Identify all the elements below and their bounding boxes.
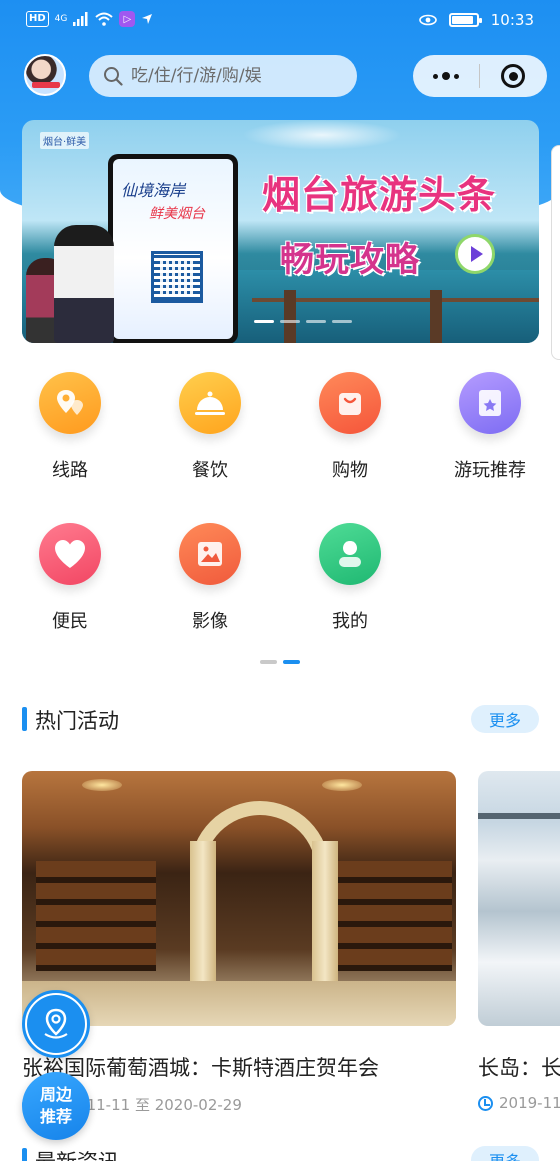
hot-activities-header: 热门活动 更多 [22, 705, 539, 735]
play-icon[interactable] [455, 234, 495, 274]
activity-title: 长岛：长 [478, 1056, 560, 1080]
status-bar: HD 4G ▷ 10:33 [0, 0, 560, 40]
banner-dot[interactable] [332, 320, 352, 323]
activity-image [22, 771, 456, 1026]
location-button[interactable] [22, 990, 90, 1058]
banner-post [430, 290, 442, 343]
next-banner-peek [551, 145, 560, 360]
menu-label: 餐饮 [192, 460, 228, 481]
location-pin-icon [27, 995, 85, 1053]
activity-date: 2019-11 [499, 1094, 560, 1112]
activity-title: 张裕国际葡萄酒城：卡斯特酒庄贺年会 [22, 1056, 379, 1080]
lamp [322, 779, 362, 791]
activity-date-row: 2019-11 [478, 1094, 560, 1112]
app-root: HD 4G ▷ 10:33 吃/住/行/游/购/娱 烟台·鲜美 仙境海岸 鲜美烟… [0, 0, 560, 1161]
banner-cloud [242, 120, 402, 150]
banner-dot[interactable] [280, 320, 300, 323]
banner-subline: 畅玩攻略 [280, 240, 420, 280]
more-button[interactable] [413, 55, 479, 97]
banner-indicators [254, 320, 352, 323]
menu-label: 线路 [52, 460, 88, 481]
section-title: 热门活动 [35, 709, 119, 733]
banner-dot[interactable] [306, 320, 326, 323]
lamp [82, 779, 122, 791]
menu-item-gallery[interactable]: 影像 [140, 523, 280, 633]
section-accent-bar [22, 1148, 27, 1161]
menu-item-convenience[interactable]: 便民 [0, 523, 140, 633]
app-notification-icon: ▷ [119, 11, 136, 27]
search-bar[interactable] [89, 55, 357, 97]
wine-shelf [332, 861, 452, 971]
banner-dot[interactable] [254, 320, 274, 323]
star-bookmark-icon [459, 372, 521, 434]
banner-phone-title: 仙境海岸 [121, 181, 186, 200]
menu-item-dining[interactable]: 餐饮 [140, 372, 280, 482]
activity-card[interactable]: 张裕国际葡萄酒城：卡斯特酒庄贺年会 2019-11-11 至 2020-02-2… [22, 771, 456, 1115]
dining-cloche-icon [179, 372, 241, 434]
battery-fill [451, 16, 474, 24]
target-close-icon [501, 64, 525, 88]
menu-page-dot[interactable] [283, 660, 300, 664]
more-dots-icon [433, 73, 438, 79]
miniprogram-capsule [413, 55, 547, 97]
banner-logo: 烟台·鲜美 [40, 132, 90, 149]
banner-phone: 仙境海岸 鲜美烟台 [108, 154, 238, 343]
pier [478, 813, 560, 819]
more-news-button[interactable]: 更多 [471, 1146, 539, 1161]
activity-image [478, 771, 560, 1026]
menu-item-profile[interactable]: 我的 [280, 523, 420, 633]
image-icon [179, 523, 241, 585]
nearby-label-2: 推荐 [39, 1107, 72, 1126]
qr-code [151, 251, 203, 303]
map-pin-route-icon [39, 372, 101, 434]
menu-label: 便民 [52, 611, 88, 632]
section-title: 最新资讯 [35, 1146, 119, 1161]
more-activities-button[interactable]: 更多 [471, 705, 539, 733]
close-miniprogram-button[interactable] [480, 55, 546, 97]
wine-shelf [36, 861, 156, 971]
banner-person [54, 225, 114, 343]
menu-item-shopping[interactable]: 购物 [280, 372, 420, 482]
menu-pager [260, 660, 300, 664]
activity-carousel: 张裕国际葡萄酒城：卡斯特酒庄贺年会 2019-11-11 至 2020-02-2… [22, 771, 560, 1121]
eye-comfort-icon [418, 14, 437, 26]
more-dots-icon-right [454, 73, 459, 79]
wifi-icon [95, 12, 114, 26]
nearby-recommend-button[interactable]: 周边 推荐 [22, 1072, 90, 1140]
activity-card[interactable]: 长岛：长 2019-11 [478, 771, 560, 1112]
menu-page-dot[interactable] [260, 660, 277, 664]
avatar-badge [32, 82, 60, 88]
user-avatar[interactable] [24, 54, 66, 96]
menu-label: 影像 [192, 611, 228, 632]
person-icon [319, 523, 381, 585]
nearby-label-1: 周边 [39, 1085, 72, 1104]
banner-phone-subtitle: 鲜美烟台 [149, 206, 205, 222]
banner-post [284, 290, 296, 343]
promo-banner[interactable]: 烟台·鲜美 仙境海岸 鲜美烟台 烟台旅游头条 畅玩攻略 [22, 120, 539, 343]
search-input[interactable] [131, 66, 341, 86]
battery-icon [448, 13, 482, 27]
latest-news-header: 最新资讯 更多 [22, 1146, 539, 1161]
hd-indicator: HD [26, 11, 49, 27]
menu-item-recommend[interactable]: 游玩推荐 [420, 372, 560, 482]
network-type: 4G [54, 14, 68, 24]
more-dots-icon-center [442, 72, 450, 80]
signal-icon [73, 12, 88, 26]
banner-headline: 烟台旅游头条 [262, 173, 497, 217]
menu-label: 购物 [332, 460, 368, 481]
search-icon [104, 67, 123, 86]
shopping-bag-icon [319, 372, 381, 434]
status-time: 10:33 [490, 11, 534, 29]
location-arrow-icon [142, 14, 153, 24]
clock-icon [478, 1095, 493, 1111]
menu-item-route[interactable]: 线路 [0, 372, 140, 482]
banner-phone-screen: 仙境海岸 鲜美烟台 [113, 159, 233, 339]
section-accent-bar [22, 707, 27, 731]
menu-label: 我的 [332, 611, 368, 632]
heart-icon [39, 523, 101, 585]
menu-label: 游玩推荐 [454, 460, 526, 481]
